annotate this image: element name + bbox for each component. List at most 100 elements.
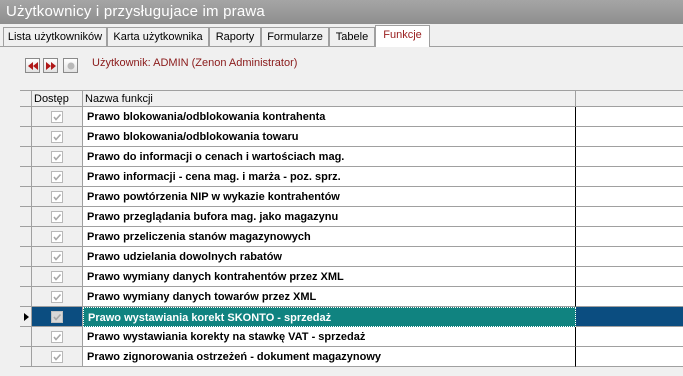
row-indicator[interactable]: [20, 127, 32, 147]
first-button[interactable]: [25, 58, 40, 73]
header-indicator: [20, 91, 32, 107]
row-indicator[interactable]: [20, 327, 32, 347]
access-checkbox[interactable]: [51, 111, 63, 123]
row-indicator[interactable]: [20, 347, 32, 367]
access-checkbox[interactable]: [51, 311, 63, 323]
function-name-cell[interactable]: Prawo przeglądania bufora mag. jako maga…: [83, 207, 576, 227]
header-nazwa-funkcji[interactable]: Nazwa funkcji: [83, 91, 576, 107]
row-indicator[interactable]: [20, 307, 32, 327]
function-name-cell[interactable]: Prawo przeliczenia stanów magazynowych: [83, 227, 576, 247]
function-name-cell[interactable]: Prawo wymiany danych towarów przez XML: [83, 287, 576, 307]
last-button[interactable]: [43, 58, 58, 73]
checkmark-icon: [53, 233, 62, 241]
checkmark-icon: [53, 173, 62, 181]
empty-cell: [576, 327, 683, 347]
table-row[interactable]: Prawo przeliczenia stanów magazynowych: [20, 227, 683, 247]
function-name-cell[interactable]: Prawo udzielania dowolnych rabatów: [83, 247, 576, 267]
function-name-cell[interactable]: Prawo zignorowania ostrzeżeń - dokument …: [83, 347, 576, 367]
row-indicator[interactable]: [20, 247, 32, 267]
table-row[interactable]: Prawo zignorowania ostrzeżeń - dokument …: [20, 347, 683, 367]
dostep-cell: [32, 347, 83, 367]
row-indicator[interactable]: [20, 147, 32, 167]
function-name-cell[interactable]: Prawo powtórzenia NIP w wykazie kontrahe…: [83, 187, 576, 207]
access-checkbox[interactable]: [51, 231, 63, 243]
checkmark-icon: [53, 253, 62, 261]
access-checkbox[interactable]: [51, 291, 63, 303]
row-indicator[interactable]: [20, 267, 32, 287]
tab-karta-uzytkownika[interactable]: Karta użytkownika: [107, 27, 209, 46]
empty-cell: [576, 207, 683, 227]
function-name-cell[interactable]: Prawo blokowania/odblokowania kontrahent…: [83, 107, 576, 127]
empty-cell: [576, 267, 683, 287]
access-checkbox[interactable]: [51, 351, 63, 363]
checkmark-icon: [53, 153, 62, 161]
access-checkbox[interactable]: [51, 171, 63, 183]
table-row[interactable]: Prawo wystawiania korekt SKONTO - sprzed…: [20, 307, 683, 327]
checkmark-icon: [53, 293, 62, 301]
access-checkbox[interactable]: [51, 211, 63, 223]
stop-button[interactable]: [63, 58, 78, 73]
empty-cell: [576, 247, 683, 267]
access-checkbox[interactable]: [51, 251, 63, 263]
table-row[interactable]: Prawo do informacji o cenach i wartościa…: [20, 147, 683, 167]
tab-raporty[interactable]: Raporty: [209, 27, 261, 46]
dostep-cell: [32, 187, 83, 207]
current-row-icon: [24, 313, 29, 321]
functions-grid: Dostęp Nazwa funkcji Prawo blokowania/od…: [20, 90, 683, 376]
dostep-cell: [32, 287, 83, 307]
tab-formularze[interactable]: Formularze: [261, 27, 329, 46]
table-row[interactable]: Prawo powtórzenia NIP w wykazie kontrahe…: [20, 187, 683, 207]
access-checkbox[interactable]: [51, 331, 63, 343]
table-row[interactable]: Prawo wymiany danych kontrahentów przez …: [20, 267, 683, 287]
checkmark-icon: [53, 133, 62, 141]
dostep-cell: [32, 247, 83, 267]
function-name-cell[interactable]: Prawo blokowania/odblokowania towaru: [83, 127, 576, 147]
function-name-cell[interactable]: Prawo do informacji o cenach i wartościa…: [83, 147, 576, 167]
table-row[interactable]: Prawo informacji - cena mag. i marża - p…: [20, 167, 683, 187]
checkmark-icon: [53, 333, 62, 341]
table-row[interactable]: Prawo blokowania/odblokowania kontrahent…: [20, 107, 683, 127]
table-row[interactable]: Prawo przeglądania bufora mag. jako maga…: [20, 207, 683, 227]
row-indicator[interactable]: [20, 207, 32, 227]
first-icon: [28, 62, 38, 70]
function-name-cell[interactable]: Prawo wymiany danych kontrahentów przez …: [83, 267, 576, 287]
row-indicator[interactable]: [20, 167, 32, 187]
empty-cell: [576, 307, 683, 327]
row-indicator[interactable]: [20, 107, 32, 127]
tab-funkcje[interactable]: Funkcje: [375, 25, 430, 47]
row-indicator[interactable]: [20, 187, 32, 207]
empty-cell: [576, 147, 683, 167]
row-indicator[interactable]: [20, 227, 32, 247]
row-indicator[interactable]: [20, 287, 32, 307]
window-title: Użytkownicy i przysługujace im prawa: [0, 0, 683, 24]
dostep-cell: [32, 307, 83, 327]
table-row[interactable]: Prawo blokowania/odblokowania towaru: [20, 127, 683, 147]
header-dostep[interactable]: Dostęp: [32, 91, 83, 107]
empty-cell: [576, 127, 683, 147]
function-name-cell[interactable]: Prawo wystawiania korekt SKONTO - sprzed…: [83, 307, 576, 327]
access-checkbox[interactable]: [51, 271, 63, 283]
access-checkbox[interactable]: [51, 131, 63, 143]
dostep-cell: [32, 267, 83, 287]
checkmark-icon: [53, 273, 62, 281]
empty-cell: [576, 187, 683, 207]
access-checkbox[interactable]: [51, 191, 63, 203]
stop-icon: [67, 62, 75, 70]
access-checkbox[interactable]: [51, 151, 63, 163]
dostep-cell: [32, 207, 83, 227]
table-row[interactable]: Prawo udzielania dowolnych rabatów: [20, 247, 683, 267]
function-name-cell[interactable]: Prawo informacji - cena mag. i marża - p…: [83, 167, 576, 187]
grid-header: Dostęp Nazwa funkcji: [20, 90, 683, 107]
empty-cell: [576, 227, 683, 247]
toolbar: Użytkownik: ADMIN (Zenon Administrator): [0, 47, 683, 87]
dostep-cell: [32, 327, 83, 347]
table-row[interactable]: Prawo wystawiania korekty na stawkę VAT …: [20, 327, 683, 347]
checkmark-icon: [53, 313, 62, 321]
table-row[interactable]: Prawo wymiany danych towarów przez XML: [20, 287, 683, 307]
tab-tabele[interactable]: Tabele: [329, 27, 375, 46]
checkmark-icon: [53, 193, 62, 201]
tab-lista-uzytkownikow[interactable]: Lista użytkowników: [3, 27, 107, 46]
user-label: Użytkownik: ADMIN (Zenon Administrator): [92, 57, 298, 69]
dostep-cell: [32, 127, 83, 147]
function-name-cell[interactable]: Prawo wystawiania korekty na stawkę VAT …: [83, 327, 576, 347]
